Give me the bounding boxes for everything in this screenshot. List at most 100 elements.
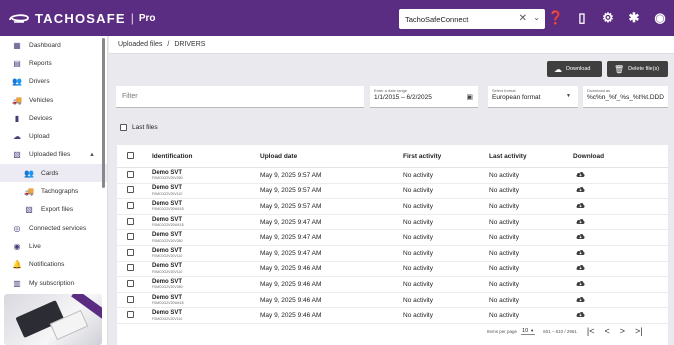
- sidebar-item-connected-services[interactable]: ◎ Connected services: [0, 219, 107, 237]
- cloud-download-icon[interactable]: [576, 171, 585, 178]
- truck-icon: 🚚: [12, 95, 22, 105]
- chevron-up-icon[interactable]: ▲: [89, 152, 95, 158]
- cell-identification: Demo SVT F0MC0G2V20V280: [152, 279, 260, 290]
- sidebar-item-tachographs[interactable]: 🚚 Tachographs: [0, 182, 107, 200]
- download-button[interactable]: ☁ Download: [547, 61, 602, 77]
- last-files-toggle[interactable]: Last files: [120, 124, 158, 131]
- cell-upload-date: May 9, 2025 9:47 AM: [260, 234, 322, 242]
- header-first-activity[interactable]: First activity: [403, 153, 489, 160]
- sidebar-item-label: Uploaded files: [29, 151, 71, 159]
- table-row[interactable]: Demo SVT F0MC0G2V20V280 May 9, 2025 9:57 A…: [117, 168, 668, 184]
- cell-upload-date: May 9, 2025 9:46 AM: [260, 265, 322, 273]
- cloud-download-icon[interactable]: [576, 311, 585, 318]
- calendar-icon[interactable]: ▣: [466, 93, 473, 101]
- sidebar-item-reports[interactable]: ▤ Reports: [0, 54, 107, 72]
- cell-first-activity: No activity: [403, 312, 433, 320]
- row-checkbox[interactable]: [127, 248, 134, 256]
- table-row[interactable]: Demo SVT F0MC0G2V20V110 May 9, 2025 9:57 A…: [117, 184, 668, 200]
- uk-flag-icon[interactable]: ✱: [624, 8, 644, 28]
- breadcrumb-parent[interactable]: Uploaded files: [118, 41, 162, 48]
- sidebar-item-upload[interactable]: ☁ Upload: [0, 127, 107, 145]
- row-checkbox[interactable]: [127, 186, 134, 194]
- mobile-icon[interactable]: ▯: [572, 8, 592, 28]
- next-page-icon[interactable]: >: [620, 326, 625, 336]
- cloud-download-icon[interactable]: [576, 280, 585, 287]
- sidebar-item-label: Vehicles: [29, 96, 54, 104]
- cell-last-activity: No activity: [489, 249, 519, 257]
- sidebar-item-export-files[interactable]: ▧ Export files: [0, 201, 107, 219]
- format-select[interactable]: Select format European format ▼: [488, 86, 578, 108]
- trash-icon: 🗑: [614, 64, 625, 74]
- cloud-download-icon[interactable]: [576, 296, 585, 303]
- sidebar-item-notifications[interactable]: 🔔 Notifications: [0, 256, 107, 274]
- breadcrumb: Uploaded files / DRIVERS: [109, 36, 674, 54]
- row-checkbox[interactable]: [127, 264, 134, 272]
- row-checkbox[interactable]: [127, 217, 134, 225]
- cell-last-activity: No activity: [489, 234, 519, 242]
- breadcrumb-current: DRIVERS: [174, 41, 206, 48]
- cell-identification: Demo SVT F0MC0G2V20W418: [152, 201, 260, 212]
- cloud-download-icon[interactable]: [576, 264, 585, 271]
- cloud-download-icon[interactable]: [576, 186, 585, 193]
- account-icon[interactable]: ◉: [650, 8, 670, 28]
- date-range-value: 1/1/2015 – 6/2/2025: [374, 94, 432, 101]
- sidebar-item-devices[interactable]: ▮ Devices: [0, 109, 107, 127]
- table-row[interactable]: Demo SVT F0MC0G2V20W418 May 9, 2025 9:47 A…: [117, 215, 668, 231]
- identification-code: F0MC0G2V20V280: [152, 238, 183, 243]
- sidebar-item-label: Live: [29, 242, 41, 250]
- prev-page-icon[interactable]: <: [605, 326, 610, 336]
- sidebar-item-drivers[interactable]: 👥 Drivers: [0, 73, 107, 91]
- cloud-download-icon[interactable]: [576, 233, 585, 240]
- cell-upload-date: May 9, 2025 9:47 AM: [260, 218, 322, 226]
- table-row[interactable]: Demo SVT F0MC0G2V20V110 May 9, 2025 9:47 A…: [117, 246, 668, 262]
- row-checkbox[interactable]: [127, 279, 134, 287]
- cloud-download-icon[interactable]: [576, 218, 585, 225]
- last-files-checkbox[interactable]: [120, 124, 127, 131]
- date-range-field[interactable]: Enter a date range 1/1/2015 – 6/2/2025 ▣: [370, 86, 478, 108]
- header-upload-date[interactable]: Upload date: [260, 153, 403, 160]
- row-checkbox[interactable]: [127, 170, 134, 178]
- row-checkbox[interactable]: [127, 311, 134, 319]
- items-per-page-select[interactable]: 10 ▼: [521, 328, 536, 335]
- first-page-icon[interactable]: |<: [587, 326, 595, 336]
- last-page-icon[interactable]: >|: [635, 326, 643, 336]
- identification-code: F0MC0G2V20V110: [152, 269, 183, 274]
- delete-files-button[interactable]: 🗑 Delete file(s): [607, 61, 668, 77]
- table-row[interactable]: Demo SVT F0MC0G2V20V110 May 9, 2025 9:46 A…: [117, 308, 668, 324]
- cell-identification: Demo SVT F0MC0G2V20V110: [152, 263, 260, 274]
- chevron-down-icon[interactable]: ▼: [566, 93, 571, 99]
- sidebar-item-cards[interactable]: 👥 Cards: [0, 164, 107, 183]
- sidebar-item-live[interactable]: ◉ Live: [0, 237, 107, 255]
- page-range: 601 – 610 / 2961: [543, 328, 577, 334]
- select-all-checkbox[interactable]: [127, 151, 134, 159]
- sidebar-item-label: Devices: [29, 114, 53, 122]
- table-row[interactable]: Demo SVT F0MC0G2V20W418 May 9, 2025 9:46 A…: [117, 293, 668, 309]
- sidebar-scrollbar[interactable]: [102, 38, 105, 188]
- row-checkbox[interactable]: [127, 295, 134, 303]
- identification-code: F0MC0G2V20V110: [152, 254, 183, 259]
- header-last-activity[interactable]: Last activity: [489, 153, 573, 160]
- table-row[interactable]: Demo SVT F0MC0G2V20V110 May 9, 2025 9:46 A…: [117, 262, 668, 278]
- row-checkbox[interactable]: [127, 201, 134, 209]
- more-vert-icon[interactable]: ⋮: [520, 8, 540, 28]
- cloud-download-icon[interactable]: [576, 202, 585, 209]
- table-row[interactable]: Demo SVT F0MC0G2V20W418 May 9, 2025 9:57 A…: [117, 199, 668, 215]
- download-name-field[interactable]: Download as %c%n_%f_%s_%t%t.DDD: [583, 86, 668, 108]
- table-row[interactable]: Demo SVT F0MC0G2V20V280 May 9, 2025 9:46 A…: [117, 277, 668, 293]
- row-checkbox[interactable]: [127, 233, 134, 241]
- cell-first-activity: No activity: [403, 171, 433, 179]
- sidebar-item-vehicles[interactable]: 🚚 Vehicles: [0, 91, 107, 109]
- filter-input[interactable]: Filter: [116, 86, 364, 108]
- table-header: Identification Upload date First activit…: [117, 145, 668, 168]
- table-row[interactable]: Demo SVT F0MC0G2V20V280 May 9, 2025 9:47 A…: [117, 230, 668, 246]
- sidebar-item-uploaded-files[interactable]: ▧ Uploaded files ▲: [0, 146, 107, 164]
- sidebar-item-dashboard[interactable]: ▦ Dashboard: [0, 36, 107, 54]
- header-identification[interactable]: Identification: [152, 153, 260, 160]
- sidebar-item-my-subscription[interactable]: ▥ My subscription: [0, 274, 107, 292]
- app-logo[interactable]: TACHOSAFE | Pro: [8, 11, 156, 26]
- help-icon[interactable]: ❓: [546, 8, 566, 28]
- promo-image[interactable]: [4, 294, 102, 345]
- cloud-download-icon[interactable]: [576, 249, 585, 256]
- cell-last-activity: No activity: [489, 312, 519, 320]
- gear-icon[interactable]: ⚙: [598, 8, 618, 28]
